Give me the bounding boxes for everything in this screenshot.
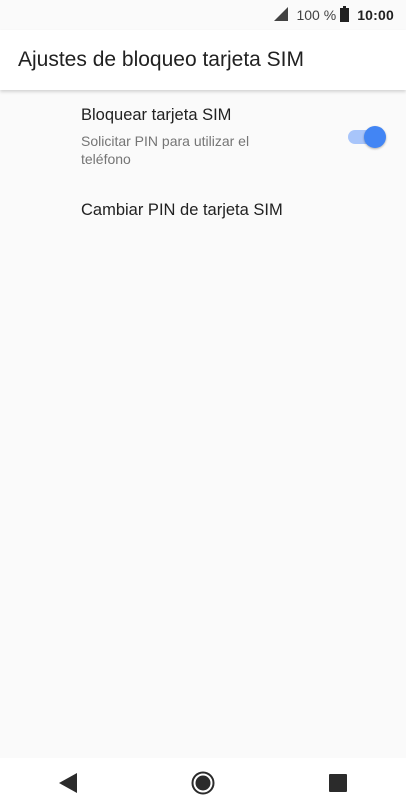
home-icon [191,771,215,800]
lock-sim-toggle[interactable] [348,126,386,148]
app-bar: Ajustes de bloqueo tarjeta SIM [0,30,406,90]
page-title: Ajustes de bloqueo tarjeta SIM [18,48,305,71]
recents-icon [329,773,348,797]
battery-icon [340,5,350,25]
navigation-bar [0,758,406,812]
home-button[interactable] [183,765,223,805]
lock-sim-preference[interactable]: Bloquear tarjeta SIM Solicitar PIN para … [81,104,391,184]
clock: 10:00 [357,7,394,23]
lock-sim-title: Bloquear tarjeta SIM [81,106,232,124]
status-bar: 100 % 10:00 [0,0,406,30]
lock-sim-summary: Solicitar PIN para utilizar el teléfono [81,133,250,167]
signal-icon [274,6,289,24]
back-icon [58,772,78,799]
change-pin-preference[interactable]: Cambiar PIN de tarjeta SIM [81,199,391,239]
change-pin-title: Cambiar PIN de tarjeta SIM [81,201,283,219]
battery-percentage: 100 % [296,7,337,23]
back-button[interactable] [48,765,88,805]
recents-button[interactable] [318,765,358,805]
toggle-thumb [364,126,386,148]
